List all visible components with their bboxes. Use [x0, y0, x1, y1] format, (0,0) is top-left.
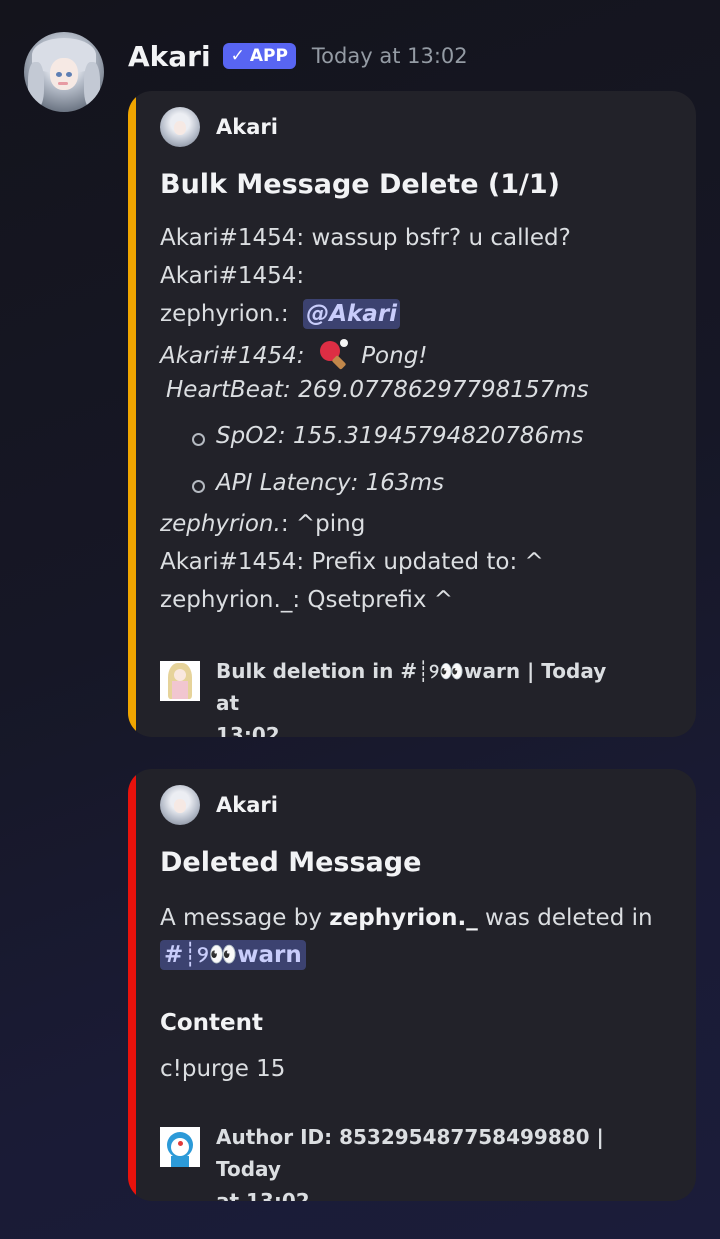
field-name: Content — [160, 1010, 264, 1036]
embed-author-avatar — [160, 785, 200, 825]
footer-icon — [160, 1127, 200, 1167]
user-mention[interactable]: @Akari — [303, 299, 401, 329]
api-latency-line: API Latency: 163ms — [216, 470, 444, 496]
footer-text: Bulk deletion in #┊୨👀warn | Today at — [216, 659, 607, 715]
log-line: zephyrion.: ^ping — [160, 511, 365, 537]
embed-footer: Bulk deletion in #┊୨👀warn | Today at 13:… — [160, 655, 636, 737]
bulk-delete-embed: Akari Bulk Message Delete (1/1) Akari#14… — [128, 91, 696, 737]
message-timestamp[interactable]: Today at 13:02 — [312, 44, 468, 68]
embed-author: Akari — [160, 785, 278, 825]
ping-pong-icon — [318, 339, 348, 370]
footer-text: 13:02 — [216, 723, 280, 737]
embed-description: A message by zephyrion._ was deleted in — [160, 905, 653, 931]
footer-icon — [160, 661, 200, 701]
log-line: Akari#1454: wassup bsfr? u called? — [160, 225, 571, 251]
log-line: Akari#1454: — [160, 263, 305, 289]
log-line-prefix: zephyrion. — [160, 511, 281, 537]
log-line: zephyrion.: @Akari — [160, 299, 401, 329]
embed-title: Deleted Message — [160, 847, 422, 878]
embed-footer: Author ID: 853295487758499880 | Today at… — [160, 1121, 636, 1201]
embed-author-avatar — [160, 107, 200, 147]
bullet-icon — [192, 433, 205, 446]
channel-line: #┊୨👀warn — [160, 940, 306, 970]
desc-prefix: A message by — [160, 905, 322, 931]
heartbeat-line: HeartBeat: 269.07786297798157ms — [166, 377, 589, 403]
bullet-icon — [192, 480, 205, 493]
log-line: zephyrion._: Qsetprefix ^ — [160, 587, 454, 613]
checkmark-icon: ✓ — [230, 46, 245, 66]
footer-text: at 13:02 — [216, 1189, 310, 1201]
footer-text: Author ID: 853295487758499880 | Today — [216, 1125, 604, 1181]
embed-accent-bar — [128, 769, 136, 1201]
channel-mention[interactable]: #┊୨👀warn — [160, 940, 306, 970]
deleted-by-user: zephyrion._ — [329, 905, 478, 931]
message-header: Akari ✓ APP Today at 13:02 — [128, 34, 468, 78]
log-line-prefix: Akari#1454: — [160, 343, 305, 369]
embed-author-name: Akari — [216, 115, 278, 139]
embed-accent-bar — [128, 91, 136, 737]
log-line: Akari#1454: Pong! — [160, 339, 428, 370]
log-line-suffix: : ^ping — [280, 511, 366, 537]
embed-title: Bulk Message Delete (1/1) — [160, 169, 561, 200]
field-value: c!purge 15 — [160, 1056, 286, 1082]
log-line-suffix: Pong! — [361, 343, 428, 369]
log-line: Akari#1454: Prefix updated to: ^ — [160, 549, 544, 575]
spo2-line: SpO2: 155.31945794820786ms — [216, 423, 584, 449]
desc-suffix: was deleted in — [485, 905, 653, 931]
deleted-message-embed: Akari Deleted Message A message by zephy… — [128, 769, 696, 1201]
app-badge: ✓ APP — [222, 43, 296, 69]
log-line-prefix: zephyrion.: — [160, 301, 289, 327]
embed-author: Akari — [160, 107, 278, 147]
author-name[interactable]: Akari — [128, 40, 211, 73]
app-badge-label: APP — [249, 46, 288, 66]
bot-avatar[interactable] — [24, 32, 104, 112]
embed-author-name: Akari — [216, 793, 278, 817]
